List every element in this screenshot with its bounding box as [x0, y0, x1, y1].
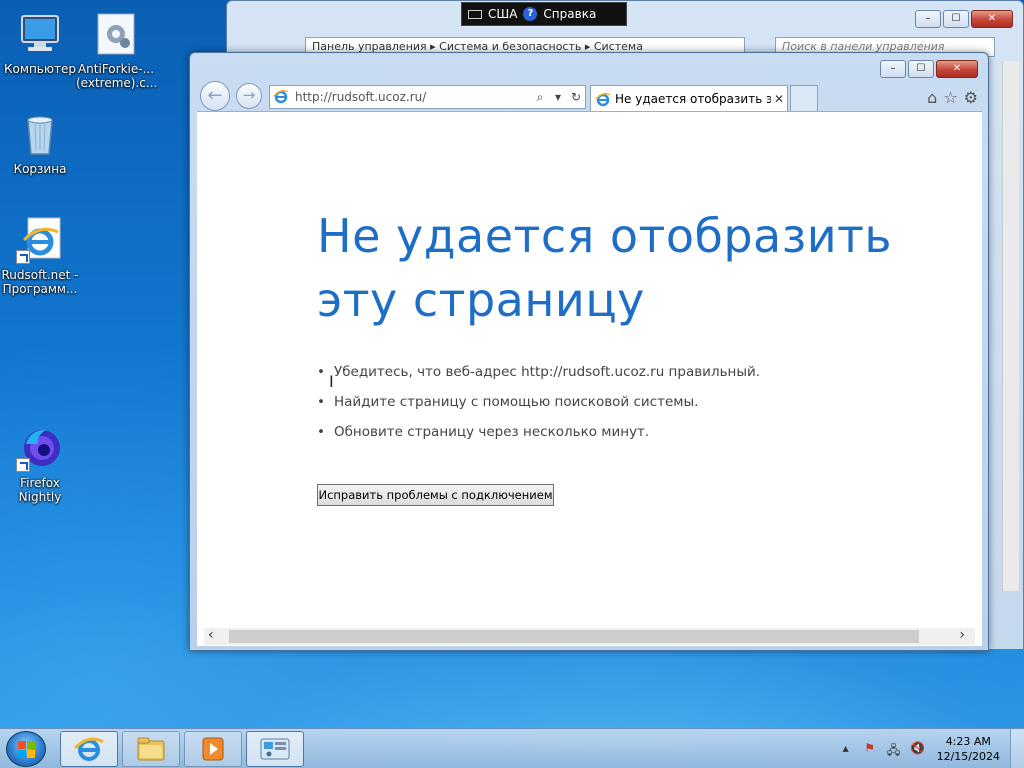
system-tray: ▴ ⚑ 🖧 🔇 4:23 AM 12/15/2024 [831, 729, 1024, 768]
network-icon[interactable]: 🖧 [885, 741, 903, 757]
show-desktop-button[interactable] [1010, 729, 1024, 768]
close-button[interactable]: ✕ [971, 10, 1013, 28]
tab-error-page[interactable]: Не удается отобразить эту... ✕ [590, 85, 788, 111]
windows-logo-icon [18, 741, 36, 759]
minimize-button[interactable]: – [880, 60, 906, 78]
scroll-right-icon[interactable]: › [959, 627, 965, 643]
help-icon: ? [523, 7, 538, 21]
horizontal-scrollbar[interactable]: ‹ › [204, 627, 975, 645]
forward-arrow-icon: → [242, 86, 256, 104]
internet-explorer-window[interactable]: – ☐ ✕ ← → http://rudsoft.ucoz.ru/ ⌕ ▾ ↻ [189, 52, 989, 651]
refresh-icon[interactable]: ↻ [567, 90, 585, 104]
control-panel-scrollbar[interactable] [1002, 61, 1019, 591]
new-tab-button[interactable] [790, 85, 818, 111]
desktop-icon-firefox-nightly[interactable]: Firefox Nightly [0, 424, 80, 504]
folder-icon [137, 737, 165, 761]
home-icon[interactable]: ⌂ [927, 88, 937, 107]
media-player-icon [202, 737, 224, 761]
language-bar[interactable]: США ? Справка [461, 2, 627, 26]
text-cursor-icon: I [329, 372, 334, 391]
fix-connection-button[interactable]: Исправить проблемы с подключением [317, 484, 554, 506]
back-button[interactable]: ← [200, 81, 230, 111]
desktop-icon-computer[interactable]: Компьютер [0, 10, 80, 76]
tab-title: Не удается отобразить эту... [615, 91, 771, 106]
desktop-icon-label: Firefox Nightly [18, 476, 62, 504]
forward-button[interactable]: → [236, 83, 262, 109]
back-arrow-icon: ← [207, 85, 223, 106]
taskbar-explorer[interactable] [122, 731, 180, 767]
control-panel-icon [260, 738, 290, 760]
favorites-star-icon[interactable]: ☆ [943, 88, 957, 107]
maximize-button[interactable]: ☐ [943, 10, 969, 28]
ie-window-buttons: – ☐ ✕ [880, 60, 978, 78]
language-indicator[interactable]: США [488, 7, 517, 21]
desktop-icon-label: AntiForkie-... (extreme).c... [76, 62, 158, 90]
desktop-icon-rudsoft[interactable]: Rudsoft.net - Программ... [0, 216, 80, 296]
tab-close-button[interactable]: ✕ [771, 92, 787, 106]
taskbar-media-player[interactable] [184, 731, 242, 767]
recycle-bin-icon [16, 110, 64, 158]
ie-tab-icon [595, 91, 611, 107]
show-hidden-icons-icon[interactable]: ▴ [837, 741, 855, 757]
internet-explorer-shortcut-icon [16, 216, 64, 264]
start-button[interactable] [6, 731, 46, 767]
shortcut-arrow-icon [16, 250, 30, 264]
clock-time: 4:23 AM [945, 735, 991, 748]
volume-muted-icon[interactable]: 🔇 [909, 741, 927, 757]
desktop-icon-antiforkie[interactable]: AntiForkie-... (extreme).c... [76, 10, 158, 90]
search-icon[interactable]: ⌕ [531, 90, 549, 105]
desktop-icon-label: Корзина [13, 162, 67, 176]
error-title: Не удается отобразить эту страницу [317, 209, 893, 327]
taskbar-internet-explorer[interactable] [60, 731, 118, 767]
address-bar[interactable]: http://rudsoft.ucoz.ru/ ⌕ ▾ ↻ [269, 85, 586, 109]
list-item: Убедитесь, что веб-адрес http://rudsoft.… [317, 362, 760, 392]
desktop-icon-recycle-bin[interactable]: Корзина [0, 110, 80, 176]
list-item: Обновите страницу через несколько минут. [317, 422, 760, 452]
clock-date: 12/15/2024 [936, 750, 1000, 763]
address-url[interactable]: http://rudsoft.ucoz.ru/ [291, 90, 531, 104]
help-label[interactable]: Справка [543, 7, 596, 21]
list-item: Найдите страницу с помощью поисковой сис… [317, 392, 760, 422]
control-panel-window-buttons: – ☐ ✕ [915, 10, 1013, 28]
close-button[interactable]: ✕ [936, 60, 978, 78]
computer-icon [16, 10, 64, 58]
keyboard-icon [468, 9, 482, 19]
ie-toolbar-icons: ⌂ ☆ ⚙ [927, 88, 978, 107]
gear-icon[interactable]: ⚙ [964, 88, 978, 107]
desktop-icon-label: Компьютер [4, 62, 76, 76]
error-suggestions: Убедитесь, что веб-адрес http://rudsoft.… [317, 362, 760, 452]
minimize-button[interactable]: – [915, 10, 941, 28]
dropdown-icon[interactable]: ▾ [549, 90, 567, 104]
firefox-nightly-icon [16, 424, 64, 472]
shortcut-arrow-icon [16, 458, 30, 472]
scroll-left-icon[interactable]: ‹ [208, 627, 214, 643]
internet-explorer-icon [73, 737, 104, 761]
taskbar: ▴ ⚑ 🖧 🔇 4:23 AM 12/15/2024 [0, 728, 1024, 768]
clock[interactable]: 4:23 AM 12/15/2024 [937, 734, 1000, 764]
settings-file-icon [92, 10, 140, 58]
action-center-flag-icon[interactable]: ⚑ [861, 741, 879, 757]
scrollbar-thumb[interactable] [229, 630, 919, 643]
ie-page-icon [273, 88, 291, 106]
taskbar-control-panel[interactable] [246, 731, 304, 767]
page-content: Не удается отобразить эту страницу Убеди… [197, 111, 982, 646]
desktop-icon-label: Rudsoft.net - Программ... [1, 268, 79, 296]
maximize-button[interactable]: ☐ [908, 60, 934, 78]
